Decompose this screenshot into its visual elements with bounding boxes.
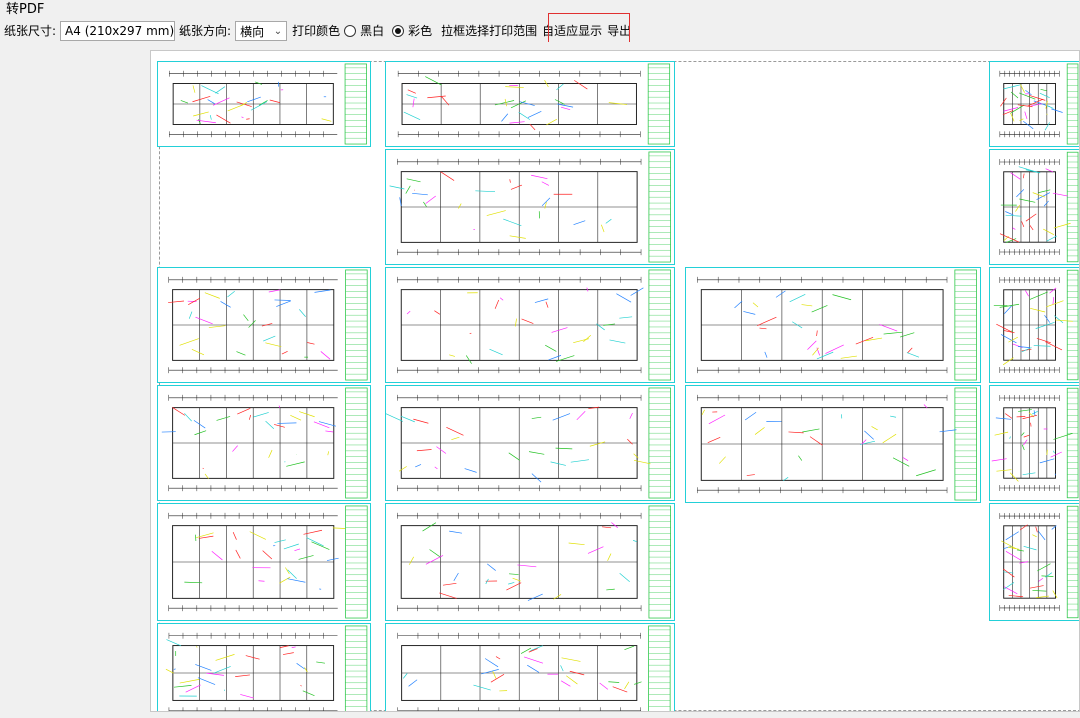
paper-size-select[interactable]: A4 (210x297 mm) ⌄ [60, 21, 187, 41]
print-color-label: 打印颜色 [292, 24, 341, 38]
color-label[interactable]: 彩色 [408, 23, 432, 39]
orientation-label: 纸张方向: [179, 24, 232, 38]
orientation-value: 横向 [240, 24, 265, 39]
drawing-sheet [989, 267, 1079, 383]
drawing-sheet [989, 503, 1079, 621]
drawing-sheet [385, 503, 675, 621]
chevron-down-icon: ⌄ [273, 25, 283, 37]
drawing-sheet [157, 503, 371, 621]
drawing-sheet [685, 385, 981, 503]
export-button[interactable]: 导出 [607, 23, 631, 39]
drawing-sheet [157, 623, 371, 711]
drawing-sheet [989, 149, 1079, 265]
drawing-sheet [385, 149, 675, 265]
window-title: 转PDF [6, 2, 45, 17]
bw-radio[interactable] [344, 25, 357, 37]
drawing-sheet [157, 61, 371, 147]
paper-size-value: A4 (210x297 mm) [65, 24, 175, 38]
bw-label[interactable]: 黑白 [360, 23, 384, 39]
toolbar: 纸张尺寸: A4 (210x297 mm) ⌄ 纸张方向: 横向 ⌄ 打印颜色 … [0, 20, 1080, 42]
select-range-button[interactable]: 拉框选择打印范围 [441, 23, 537, 39]
drawing-canvas[interactable] [150, 50, 1080, 712]
drawing-sheet [385, 267, 675, 383]
orientation-select[interactable]: 横向 ⌄ [235, 21, 288, 41]
fit-display-button[interactable]: 自适应显示 [542, 23, 602, 39]
preview-viewport [0, 42, 1080, 718]
drawing-sheet [385, 385, 675, 501]
paper-size-label: 纸张尺寸: [4, 24, 57, 38]
drawing-sheet [157, 385, 371, 501]
drawing-sheet [989, 385, 1079, 501]
drawing-sheet [385, 61, 675, 147]
drawing-sheet [685, 267, 981, 383]
drawing-sheet [989, 61, 1079, 147]
color-radio[interactable] [392, 25, 405, 37]
drawing-sheet [385, 623, 675, 711]
drawing-sheet [157, 267, 371, 383]
